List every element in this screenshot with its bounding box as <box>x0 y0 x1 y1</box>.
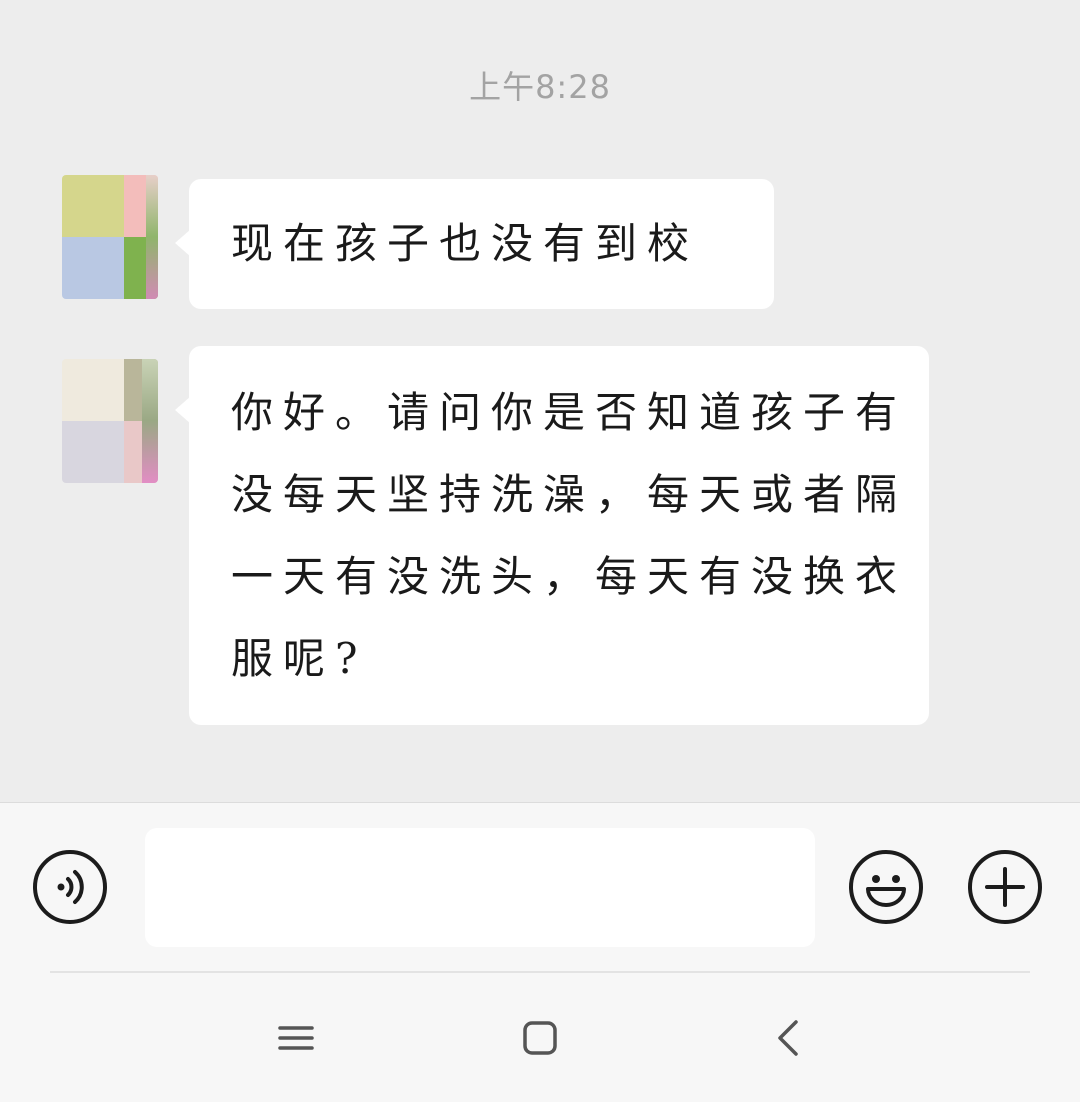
chat-area[interactable]: 上午8:28 现在孩子也没有到校 你好。请问你是否知道孩子有没每天坚持洗澡，每天… <box>0 0 1080 802</box>
more-button[interactable] <box>968 850 1042 924</box>
emoji-button[interactable] <box>849 850 923 924</box>
message-bubble[interactable]: 你好。请问你是否知道孩子有没每天坚持洗澡，每天或者隔一天有没洗头，每天有没换衣服… <box>175 346 929 725</box>
square-home-icon <box>510 1008 570 1068</box>
message-timestamp: 上午8:28 <box>469 68 611 106</box>
input-bar <box>0 802 1080 1102</box>
smiley-icon <box>853 854 919 920</box>
divider <box>50 971 1030 973</box>
home-button[interactable] <box>510 1008 570 1068</box>
message-bubble[interactable]: 现在孩子也没有到校 <box>175 179 774 309</box>
sender-avatar[interactable] <box>62 175 158 299</box>
message-input[interactable] <box>145 828 815 947</box>
chevron-left-icon <box>758 1008 818 1068</box>
message-text: 你好。请问你是否知道孩子有没每天坚持洗澡，每天或者隔一天有没洗头，每天有没换衣服… <box>231 388 908 683</box>
plus-icon <box>972 854 1038 920</box>
voice-wave-icon <box>37 854 103 920</box>
menu-lines-icon <box>266 1008 326 1068</box>
message-text: 现在孩子也没有到校 <box>231 219 700 268</box>
sender-avatar[interactable] <box>62 359 158 483</box>
voice-button[interactable] <box>33 850 107 924</box>
back-button[interactable] <box>758 1008 818 1068</box>
recent-apps-button[interactable] <box>266 1008 326 1068</box>
